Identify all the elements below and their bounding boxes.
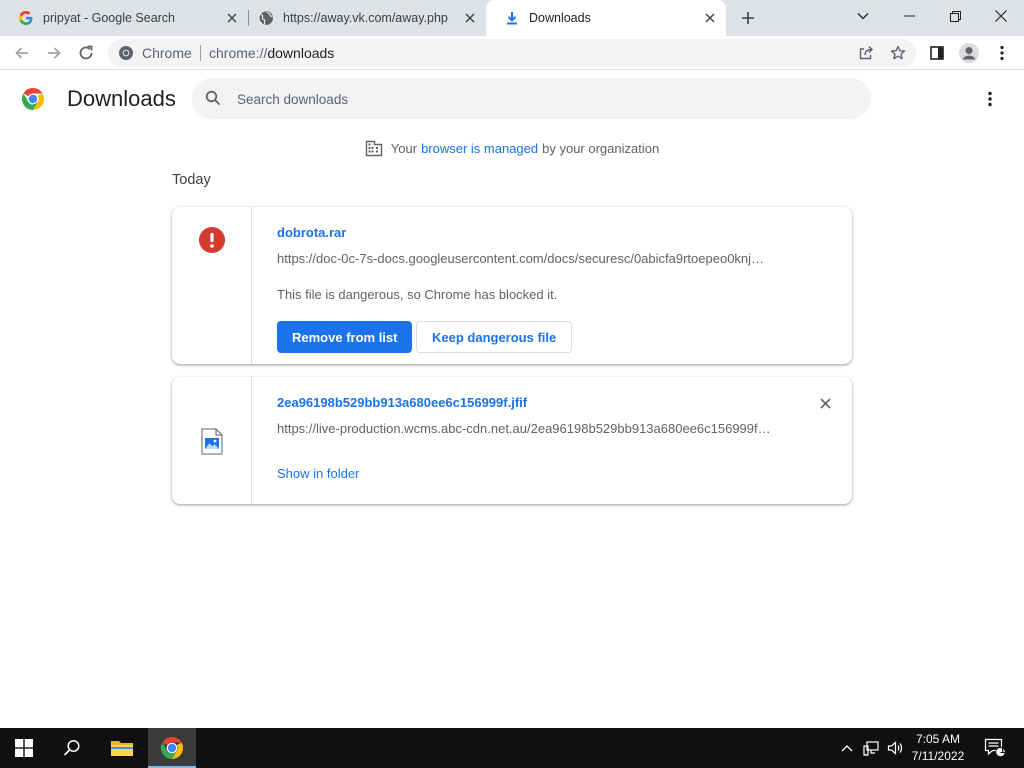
tab-title: pripyat - Google Search (43, 11, 176, 25)
close-icon (995, 10, 1007, 22)
share-button[interactable] (851, 38, 881, 68)
vertical-dots-icon (1000, 45, 1004, 61)
close-icon (819, 397, 831, 409)
minimize-icon (903, 15, 915, 17)
close-icon (705, 13, 715, 23)
chrome-chip[interactable]: Chrome (118, 45, 192, 61)
side-panel-button[interactable] (922, 38, 952, 68)
share-icon (859, 46, 873, 60)
windows-taskbar: 7:05 AM 7/11/2022 1 (0, 728, 1024, 768)
downloads-more-actions-button[interactable] (978, 87, 1002, 111)
download-item-card: dobrota.rar https://doc-0c-7s-docs.googl… (172, 207, 852, 364)
tab-google-search[interactable]: pripyat - Google Search (0, 0, 248, 36)
close-icon (465, 13, 475, 23)
clock-time: 7:05 AM (915, 732, 961, 746)
windows-logo-icon (15, 739, 33, 757)
tab-search-button[interactable] (840, 0, 886, 32)
building-icon (365, 139, 383, 157)
download-source-url[interactable]: https://live-production.wcms.abc-cdn.net… (277, 421, 777, 436)
reload-icon (79, 45, 93, 60)
remove-download-button[interactable] (815, 393, 835, 413)
star-icon (890, 45, 906, 60)
tab-close-button[interactable] (460, 8, 480, 28)
network-button[interactable] (860, 728, 882, 768)
download-icon-column (172, 207, 252, 364)
forward-button[interactable] (39, 38, 69, 68)
remove-from-list-button[interactable]: Remove from list (277, 321, 413, 353)
chrome-menu-button[interactable] (987, 38, 1017, 68)
reload-button[interactable] (71, 38, 101, 68)
tab-title: Downloads (529, 11, 591, 25)
start-button[interactable] (0, 728, 48, 768)
url-scheme: chrome:// (209, 45, 268, 61)
clock-date: 7/11/2022 (911, 749, 965, 763)
url-host: downloads (267, 45, 335, 61)
profile-button[interactable] (954, 38, 984, 68)
taskbar-search-button[interactable] (48, 728, 96, 768)
show-hidden-icons-button[interactable] (836, 728, 858, 768)
tab-close-button[interactable] (222, 8, 242, 28)
managed-text-before: Your (390, 140, 418, 156)
tab-close-button[interactable] (700, 8, 720, 28)
restore-button[interactable] (932, 0, 978, 32)
taskbar-chrome-button[interactable] (148, 728, 196, 768)
show-in-folder-link[interactable]: Show in folder (277, 466, 359, 481)
avatar-icon (959, 43, 979, 63)
plus-icon (742, 12, 754, 24)
arrow-right-icon (48, 47, 61, 59)
minimize-button[interactable] (886, 0, 932, 32)
keep-dangerous-file-button[interactable]: Keep dangerous file (416, 321, 573, 353)
managed-text-after: by your organization (542, 140, 660, 156)
network-icon (863, 741, 879, 756)
chrome-logo-icon (21, 87, 45, 111)
close-window-button[interactable] (978, 0, 1024, 32)
back-button[interactable] (7, 38, 37, 68)
address-bar[interactable]: Chrome chrome://downloads (108, 39, 916, 67)
search-downloads-box[interactable] (192, 78, 871, 119)
download-filename-link[interactable]: 2ea96198b529bb913a680ee6c156999f.jfif (277, 395, 527, 410)
download-item-card: 2ea96198b529bb913a680ee6c156999f.jfif ht… (172, 377, 852, 504)
download-icon (504, 10, 520, 26)
managed-notice: Your browser is managed by your organiza… (0, 139, 1024, 157)
download-status-text: This file is dangerous, so Chrome has bl… (277, 287, 558, 302)
search-icon (63, 739, 80, 756)
tab-title: https://away.vk.com/away.php (283, 11, 448, 25)
arrow-left-icon (15, 47, 28, 59)
close-icon (227, 13, 237, 23)
omnibox-separator (200, 45, 201, 61)
url-text: chrome://downloads (209, 45, 334, 61)
image-file-icon (201, 428, 223, 455)
new-tab-button[interactable] (736, 6, 760, 30)
vertical-dots-icon (988, 91, 992, 107)
restore-icon (949, 10, 961, 22)
chrome-logo-icon (160, 736, 183, 760)
taskbar-clock[interactable]: 7:05 AM 7/11/2022 (900, 731, 976, 765)
chevron-down-icon (857, 13, 869, 20)
download-source-url[interactable]: https://doc-0c-7s-docs.googleusercontent… (277, 251, 777, 266)
file-explorer-button[interactable] (98, 728, 146, 768)
browser-managed-link[interactable]: browser is managed (421, 141, 538, 156)
chip-label: Chrome (142, 45, 192, 61)
chevron-up-icon (841, 745, 853, 752)
tab-vk-away[interactable]: https://away.vk.com/away.php (240, 0, 486, 36)
download-filename-link[interactable]: dobrota.rar (277, 225, 346, 240)
page-title: Downloads (67, 86, 176, 111)
date-section-label: Today (172, 172, 211, 188)
tab-strip: pripyat - Google Search https://away.vk.… (0, 0, 1024, 36)
side-panel-icon (930, 46, 944, 60)
globe-icon (258, 10, 274, 26)
folder-icon (111, 741, 133, 756)
browser-toolbar: Chrome chrome://downloads (0, 36, 1024, 70)
search-input[interactable] (237, 88, 837, 110)
action-center-button[interactable]: 1 (980, 728, 1010, 768)
notification-count: 1 (999, 745, 1005, 755)
tab-downloads[interactable]: Downloads (486, 0, 726, 36)
download-icon-column (172, 377, 252, 504)
google-g-icon (18, 10, 34, 26)
warning-icon (199, 227, 225, 253)
downloads-header: Downloads (0, 71, 1024, 127)
search-icon (205, 90, 221, 111)
bookmark-button[interactable] (883, 38, 913, 68)
chrome-gray-icon (119, 46, 133, 60)
